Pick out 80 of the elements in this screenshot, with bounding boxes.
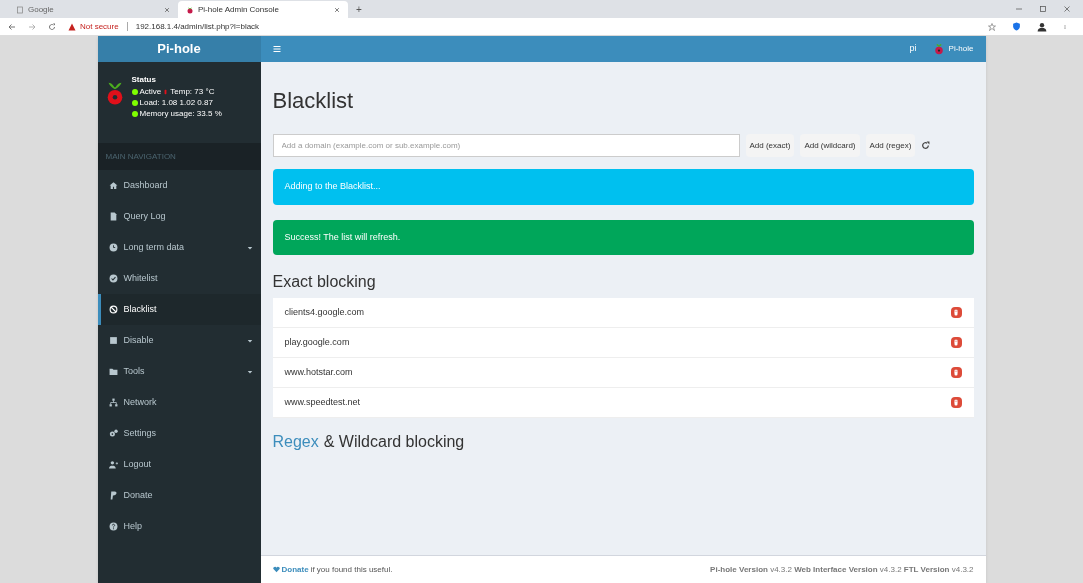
sidebar-item[interactable]: Settings [97,418,261,449]
sidebar-item[interactable]: Whitelist [97,263,261,294]
brand-logo-text[interactable]: Pi-hole [97,36,261,62]
load-text: Load: 1.08 1.02 0.87 [139,97,213,108]
add-button[interactable]: Add (exact) [745,134,795,157]
memory-text: Memory usage: 33.5 % [139,108,222,119]
paypal-icon [108,491,118,500]
browser-tab[interactable]: Pi-hole Admin Console [178,1,348,18]
star-icon [988,22,996,31]
close-icon [334,6,340,13]
add-button[interactable]: Add (regex) [865,134,916,157]
hostname-text: pi [909,42,917,56]
footer-text: if you found this useful. [310,563,393,576]
heart-icon [272,566,280,573]
trash-icon [953,399,959,406]
raspberry-icon [932,43,945,55]
forward-icon [28,22,36,31]
domain-text: clients4.google.com [284,305,366,319]
back-icon [8,22,16,31]
delete-button[interactable] [950,337,962,348]
trash-icon [953,309,959,316]
trash-icon [953,339,959,346]
domain-text: play.google.com [284,335,351,349]
domain-text: www.speedtest.net [284,395,362,409]
sidebar-item[interactable]: Network [97,387,261,418]
reload-icon [48,22,56,31]
nav-header: MAIN NAVIGATION [105,150,176,163]
network-icon [108,398,118,407]
thermometer-icon [163,88,169,95]
stop-icon [108,336,118,345]
security-label: Not secure [80,20,119,33]
sidebar-item[interactable]: Donate [97,480,261,511]
maximize-icon [1039,5,1047,13]
sidebar-item[interactable]: Logout [97,449,261,480]
alert-message: Success! The list will refresh. [272,220,974,255]
account-icon [1037,21,1047,32]
warning-icon [68,22,76,31]
user-icon [108,460,118,469]
add-button[interactable]: Add (wildcard) [800,134,860,157]
sidebar-item[interactable]: Query Log [97,201,261,232]
gears-icon [108,429,118,438]
version-text: Pi-hole Version v4.3.2 Web Interface Version v4.3.2 FTL Version v4.3.2 [710,563,974,576]
minimize-icon [1015,5,1023,13]
delete-button[interactable] [950,397,962,408]
delete-button[interactable] [950,367,962,378]
alert-message: Adding to the Blacklist... [272,169,974,205]
sidebar-item[interactable]: Help [97,511,261,542]
ban-icon [108,305,118,314]
temperature-text: Temp: 73 °C [170,86,215,97]
sidebar-item[interactable]: Dashboard [97,170,261,201]
sidebar-item[interactable]: Long term data [97,232,261,263]
home-icon [108,181,118,190]
check-circle-icon [108,274,118,283]
sidebar-item[interactable]: Disable [97,325,261,356]
section-heading: & Wildcard blocking [323,434,465,450]
page-icon [16,5,24,14]
status-title: Status [131,74,157,85]
status-text: Active [139,86,162,97]
user-menu[interactable]: Pi-hole [932,43,974,55]
url-text: 192.168.1.4/admin/list.php?l=black [135,20,260,33]
help-icon [108,522,118,531]
clock-icon [108,243,118,252]
page-title: Blacklist [272,90,355,112]
shield-icon [1012,22,1021,31]
folder-icon [108,367,118,376]
file-icon [108,212,118,221]
domain-text: www.hotstar.com [284,365,354,379]
raspberry-icon [186,5,194,14]
sidebar-item[interactable]: Tools [97,356,261,387]
menu-icon[interactable] [272,45,281,53]
close-icon [1063,5,1071,13]
donate-link[interactable]: Donate [281,563,309,576]
domain-input[interactable]: Add a domain (example.com or sub.example.com) [272,134,740,157]
refresh-icon[interactable] [921,141,931,150]
delete-button[interactable] [950,307,962,318]
trash-icon [953,369,959,376]
new-tab-button[interactable]: + [348,1,370,17]
section-heading: Exact blocking [272,274,377,290]
close-icon [164,6,170,13]
sidebar-item[interactable]: Blacklist [97,294,261,325]
